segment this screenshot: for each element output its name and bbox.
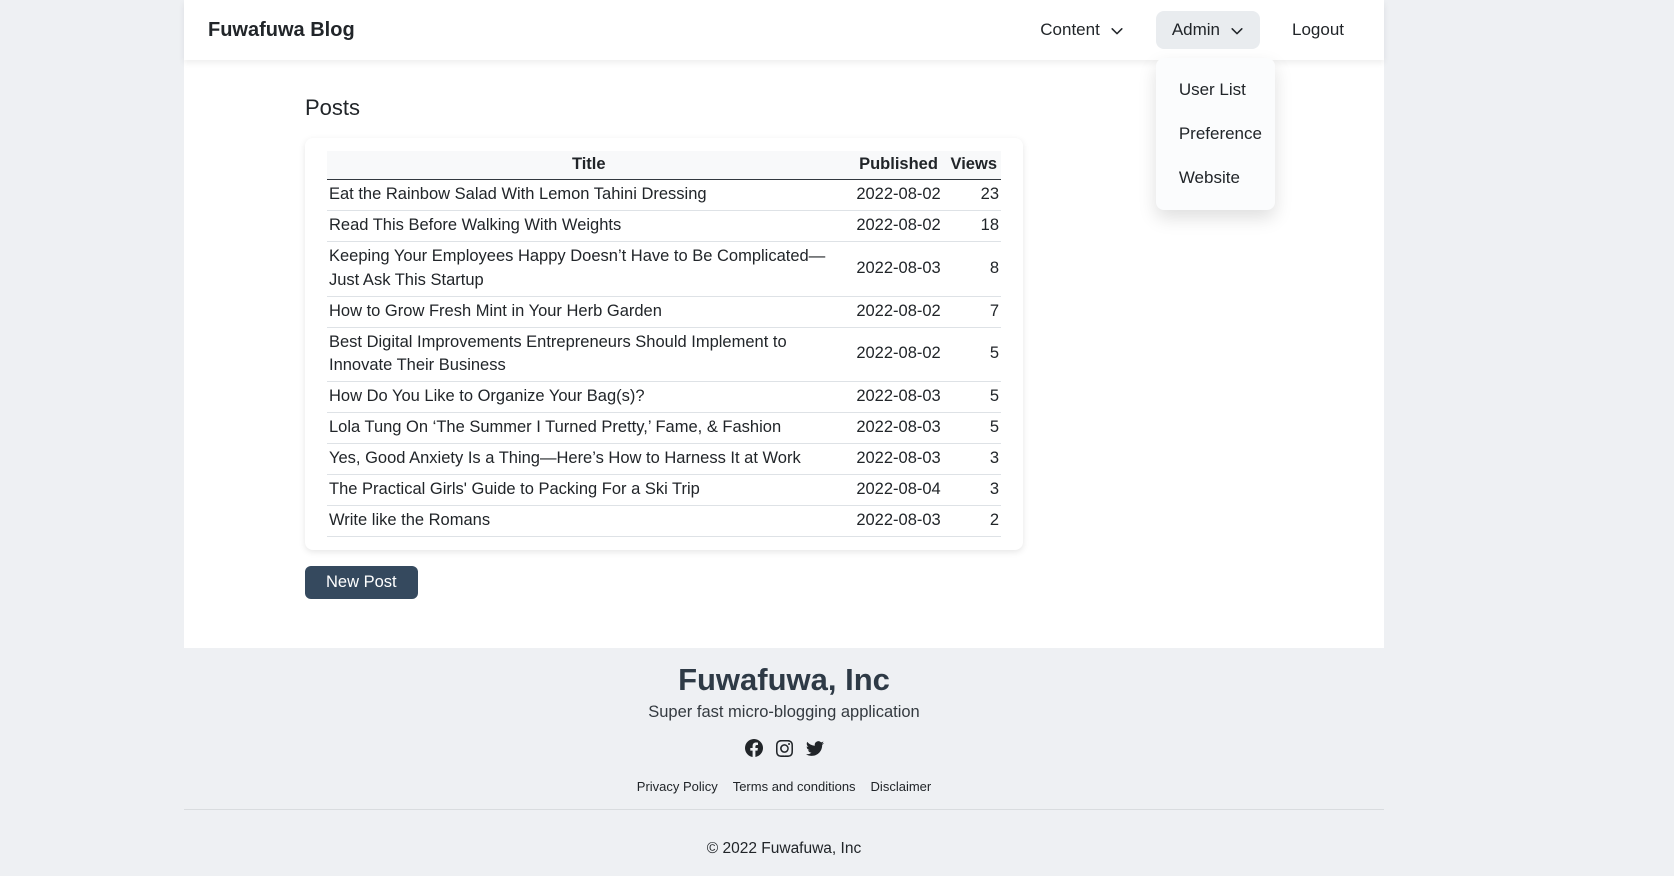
table-row[interactable]: Yes, Good Anxiety Is a Thing—Here’s How … xyxy=(327,443,1001,476)
table-header-row: Title Published Views xyxy=(327,151,1001,180)
footer-social-icons xyxy=(184,739,1384,758)
post-title[interactable]: Best Digital Improvements Entrepreneurs … xyxy=(327,327,851,383)
post-published: 2022-08-02 xyxy=(850,179,947,211)
nav-admin-dropdown[interactable]: Admin xyxy=(1155,11,1260,49)
post-published: 2022-08-02 xyxy=(850,210,947,242)
navbar-menu: Content Admin User List Preference Websi… xyxy=(1024,11,1360,210)
post-views: 8 xyxy=(946,241,1001,297)
post-views: 3 xyxy=(946,474,1001,507)
post-title[interactable]: Write like the Romans xyxy=(327,505,851,537)
facebook-icon[interactable] xyxy=(744,739,763,758)
table-row[interactable]: The Practical Girls' Guide to Packing Fo… xyxy=(327,474,1001,507)
footer-link-disclaimer[interactable]: Disclaimer xyxy=(871,779,932,794)
navbar: Fuwafuwa Blog Content Admin User List Pr… xyxy=(184,0,1384,210)
post-title[interactable]: Eat the Rainbow Salad With Lemon Tahini … xyxy=(327,179,851,211)
post-published: 2022-08-04 xyxy=(850,474,947,507)
footer-links: Privacy Policy Terms and conditions Disc… xyxy=(184,779,1384,794)
post-title[interactable]: Yes, Good Anxiety Is a Thing—Here’s How … xyxy=(327,443,851,476)
post-title[interactable]: How Do You Like to Organize Your Bag(s)? xyxy=(327,381,851,414)
footer-company-name: Fuwafuwa, Inc xyxy=(678,662,890,697)
posts-table-card: Title Published Views Eat the Rainbow Sa… xyxy=(305,138,1023,550)
post-views: 5 xyxy=(946,327,1001,383)
post-views: 5 xyxy=(946,412,1001,445)
footer: Fuwafuwa, Inc Super fast micro-blogging … xyxy=(184,648,1384,858)
post-published: 2022-08-03 xyxy=(850,381,947,414)
post-views: 3 xyxy=(946,443,1001,476)
twitter-icon[interactable] xyxy=(805,739,824,757)
table-row[interactable]: Keeping Your Employees Happy Doesn’t Hav… xyxy=(327,241,1001,297)
table-row[interactable]: Write like the Romans 2022-08-03 2 xyxy=(327,505,1001,537)
column-header-title: Title xyxy=(327,151,851,180)
post-published: 2022-08-03 xyxy=(850,443,947,476)
table-row[interactable]: Lola Tung On ‘The Summer I Turned Pretty… xyxy=(327,412,1001,445)
post-title[interactable]: How to Grow Fresh Mint in Your Herb Gard… xyxy=(327,296,851,328)
brand-link[interactable]: Fuwafuwa Blog xyxy=(208,19,355,42)
post-published: 2022-08-03 xyxy=(850,505,947,537)
post-views: 2 xyxy=(946,505,1001,537)
instagram-icon[interactable] xyxy=(775,739,793,757)
post-published: 2022-08-03 xyxy=(850,241,947,297)
nav-content-dropdown[interactable]: Content xyxy=(1024,11,1140,49)
footer-link-terms[interactable]: Terms and conditions xyxy=(733,779,856,794)
post-views: 23 xyxy=(946,179,1001,211)
table-row[interactable]: Read This Before Walking With Weights 20… xyxy=(327,210,1001,242)
post-title[interactable]: Read This Before Walking With Weights xyxy=(327,210,851,242)
chevron-down-icon xyxy=(1230,24,1244,38)
nav-content-label: Content xyxy=(1040,20,1100,39)
footer-link-privacy-policy[interactable]: Privacy Policy xyxy=(637,779,718,794)
post-views: 18 xyxy=(946,210,1001,242)
post-title[interactable]: The Practical Girls' Guide to Packing Fo… xyxy=(327,474,851,507)
post-title[interactable]: Keeping Your Employees Happy Doesn’t Hav… xyxy=(327,241,851,297)
posts-table-body: Eat the Rainbow Salad With Lemon Tahini … xyxy=(327,179,1001,537)
post-published: 2022-08-02 xyxy=(850,327,947,383)
post-published: 2022-08-03 xyxy=(850,412,947,445)
nav-logout[interactable]: Logout xyxy=(1276,11,1360,49)
table-row[interactable]: Eat the Rainbow Salad With Lemon Tahini … xyxy=(327,179,1001,211)
menu-item-user-list[interactable]: User List xyxy=(1156,68,1275,112)
nav-admin-label: Admin xyxy=(1171,20,1220,39)
menu-item-preference[interactable]: Preference xyxy=(1156,112,1275,156)
table-row[interactable]: How Do You Like to Organize Your Bag(s)?… xyxy=(327,381,1001,414)
table-row[interactable]: Best Digital Improvements Entrepreneurs … xyxy=(327,327,1001,383)
post-views: 5 xyxy=(946,381,1001,414)
post-title[interactable]: Lola Tung On ‘The Summer I Turned Pretty… xyxy=(327,412,851,445)
copyright-text: © 2022 Fuwafuwa, Inc xyxy=(706,840,862,858)
post-published: 2022-08-02 xyxy=(850,296,947,328)
column-header-views: Views xyxy=(946,151,1001,180)
menu-item-website[interactable]: Website xyxy=(1156,156,1275,200)
admin-dropdown-wrap: Admin User List Preference Website xyxy=(1155,11,1275,210)
post-views: 7 xyxy=(946,296,1001,328)
admin-dropdown-menu: User List Preference Website xyxy=(1155,58,1275,210)
posts-table: Title Published Views Eat the Rainbow Sa… xyxy=(327,151,1001,537)
footer-divider xyxy=(184,809,1384,811)
footer-tagline: Super fast micro-blogging application xyxy=(648,703,920,722)
new-post-button[interactable]: New Post xyxy=(305,565,418,599)
app-container: Fuwafuwa Blog Content Admin User List Pr… xyxy=(184,0,1384,858)
table-row[interactable]: How to Grow Fresh Mint in Your Herb Gard… xyxy=(327,296,1001,328)
chevron-down-icon xyxy=(1110,24,1124,38)
column-header-published: Published xyxy=(850,151,947,180)
